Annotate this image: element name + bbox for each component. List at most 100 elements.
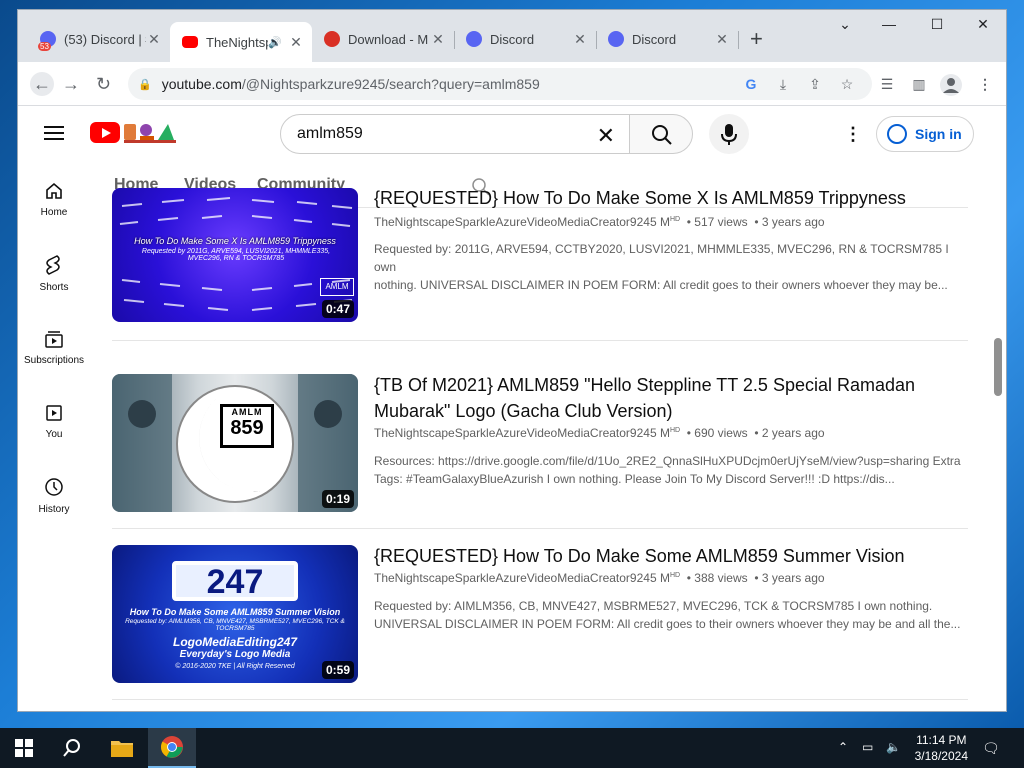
view-count: 388 views (694, 571, 748, 585)
close-tab-icon[interactable]: ✕ (714, 31, 730, 48)
clock-time: 11:14 PM (916, 733, 967, 747)
new-tab-button[interactable]: + (750, 26, 763, 52)
channel-name[interactable]: TheNightscapeSparkleAzureVideoMediaCreat… (374, 215, 670, 229)
close-tab-icon[interactable]: ✕ (288, 34, 304, 51)
video-result[interactable]: AMLM 859 0:19 {TB Of M2021} AMLM859 "Hel… (112, 358, 968, 529)
close-tab-icon[interactable]: ✕ (430, 31, 446, 48)
volume-muted-icon[interactable]: 🔈 (886, 740, 901, 754)
video-result[interactable]: 247 How To Do Make Some AMLM859 Summer V… (112, 529, 968, 700)
profile-icon[interactable] (940, 74, 962, 96)
browser-window: 53 (53) Discord | # ✕ TheNightsparkzure … (18, 10, 1006, 711)
tab-discord-2[interactable]: Discord ✕ (454, 21, 597, 57)
channel-name[interactable]: TheNightscapeSparkleAzureVideoMediaCreat… (374, 571, 670, 585)
upload-age: 3 years ago (761, 215, 825, 229)
doodle-logo[interactable] (122, 120, 178, 144)
clear-search-icon[interactable]: ✕ (597, 123, 615, 149)
settings-menu-icon[interactable]: ⋮ (844, 124, 862, 145)
guide-item-home[interactable]: Home (18, 162, 90, 236)
speaker-icon[interactable]: 🔊 (268, 36, 282, 49)
hd-mark: HD (669, 427, 681, 434)
mega-icon (324, 31, 340, 47)
hd-mark: HD (669, 216, 681, 223)
google-lens-icon[interactable]: G (742, 76, 760, 94)
chrome-taskbar-button[interactable] (148, 728, 196, 768)
tab-search-icon[interactable]: ⌄ (830, 16, 860, 33)
bookmark-star-icon[interactable]: ☆ (838, 76, 856, 94)
view-count: 517 views (694, 215, 748, 229)
file-explorer-button[interactable] (98, 728, 146, 768)
guide-item-you[interactable]: You (18, 384, 90, 458)
you-icon (46, 404, 62, 421)
guide-item-subscriptions[interactable]: Subscriptions (18, 310, 90, 384)
description-line: Requested by: AIMLM356, CB, MNVE427, MSB… (374, 599, 933, 613)
taskbar-search-button[interactable] (48, 728, 96, 768)
address-bar[interactable]: 🔒 youtube.com/@Nightsparkzure9245/search… (128, 68, 872, 100)
close-tab-icon[interactable]: ✕ (572, 31, 588, 48)
tab-title: Discord (490, 31, 535, 47)
share-icon[interactable]: ⇪ (806, 76, 824, 94)
video-title[interactable]: {REQUESTED} How To Do Make Some X Is AML… (374, 185, 934, 211)
video-thumbnail[interactable]: How To Do Make Some X Is AMLM859 Trippyn… (112, 188, 358, 322)
tab-discord-3[interactable]: Discord ✕ (596, 21, 739, 57)
reading-list-icon[interactable]: ☰ (878, 76, 896, 94)
sign-in-label: Sign in (915, 126, 962, 142)
folder-icon (111, 741, 133, 757)
thumbnail-big-text: 247 (172, 561, 298, 601)
video-title[interactable]: {TB Of M2021} AMLM859 "Hello Steppline T… (374, 372, 934, 424)
tab-title: Download - M (348, 31, 429, 47)
description-line: nothing. UNIVERSAL DISCLAIMER IN POEM FO… (374, 278, 948, 292)
maximize-button[interactable]: ☐ (922, 16, 952, 33)
hd-mark: HD (669, 572, 681, 579)
video-result[interactable]: How To Do Make Some X Is AMLM859 Trippyn… (112, 188, 968, 341)
tab-title: TheNightsparkzure (206, 34, 268, 50)
tab-title: Discord (632, 31, 677, 47)
channel-name[interactable]: TheNightscapeSparkleAzureVideoMediaCreat… (374, 426, 670, 440)
install-icon[interactable]: ⤓ (774, 76, 792, 94)
description-line: Resources: https://drive.google.com/file… (374, 454, 961, 468)
close-tab-icon[interactable]: ✕ (146, 31, 162, 48)
side-panel-icon[interactable]: ▥ (910, 76, 928, 94)
tab-discord-1[interactable]: 53 (53) Discord | # ✕ (28, 21, 170, 57)
network-icon[interactable]: ▭ (862, 740, 873, 754)
clock-date: 3/18/2024 (914, 749, 968, 763)
youtube-icon (182, 36, 198, 48)
search-input[interactable]: amlm859 ✕ (280, 114, 630, 154)
guide-item-history[interactable]: History (18, 458, 90, 532)
notifications-icon[interactable]: 🗨 (982, 740, 1000, 757)
voice-search-button[interactable] (709, 114, 749, 154)
start-button[interactable] (0, 728, 48, 768)
thumbnail-subtitle: Requested by 2011G, ARVE594, LUSVI2021, … (141, 248, 331, 262)
video-meta: TheNightscapeSparkleAzureVideoMediaCreat… (374, 215, 825, 229)
minimize-button[interactable]: — (874, 16, 904, 32)
menu-icon[interactable]: ⋮ (976, 76, 994, 94)
account-icon (887, 124, 907, 144)
url-host: youtube.com (161, 76, 242, 92)
logo-box: AMLM 859 (220, 404, 274, 448)
lock-icon[interactable]: 🔒 (138, 78, 152, 91)
back-button[interactable]: ← (30, 72, 54, 96)
video-thumbnail[interactable]: 247 How To Do Make Some AMLM859 Summer V… (112, 545, 358, 683)
video-meta: TheNightscapeSparkleAzureVideoMediaCreat… (374, 571, 825, 585)
search-icon (63, 739, 80, 757)
url-path: /@Nightsparkzure9245/search?query=amlm85… (241, 76, 540, 92)
sign-in-button[interactable]: Sign in (876, 116, 974, 152)
taskbar: ⌃ ▭ 🔈 11:14 PM 3/18/2024 🗨 (0, 728, 1024, 768)
search-button[interactable] (629, 114, 693, 154)
show-hidden-icons[interactable]: ⌃ (838, 740, 848, 754)
hamburger-menu-icon[interactable] (44, 126, 64, 140)
video-title[interactable]: {REQUESTED} How To Do Make Some AMLM859 … (374, 543, 934, 569)
forward-button[interactable]: → (62, 74, 80, 95)
reload-button[interactable]: ↻ (96, 74, 111, 95)
close-window-button[interactable]: ✕ (968, 16, 998, 33)
system-clock[interactable]: 11:14 PM 3/18/2024 (915, 732, 968, 764)
youtube-logo[interactable] (90, 122, 120, 143)
guide-label: Home (40, 206, 68, 218)
thumbnail-title: How To Do Make Some AMLM859 Summer Visio… (129, 607, 341, 617)
browser-toolbar: ← → ↻ 🔒 youtube.com/@Nightsparkzure9245/… (18, 62, 1006, 106)
tab-youtube[interactable]: TheNightsparkzure 🔊 ✕ (170, 22, 312, 62)
tab-download[interactable]: Download - M ✕ (312, 21, 455, 57)
video-thumbnail[interactable]: AMLM 859 0:19 (112, 374, 358, 512)
page-scrollbar[interactable] (994, 338, 1002, 396)
url-text: youtube.com/@Nightsparkzure9245/search?q… (162, 76, 540, 92)
guide-item-shorts[interactable]: Shorts (18, 236, 90, 310)
